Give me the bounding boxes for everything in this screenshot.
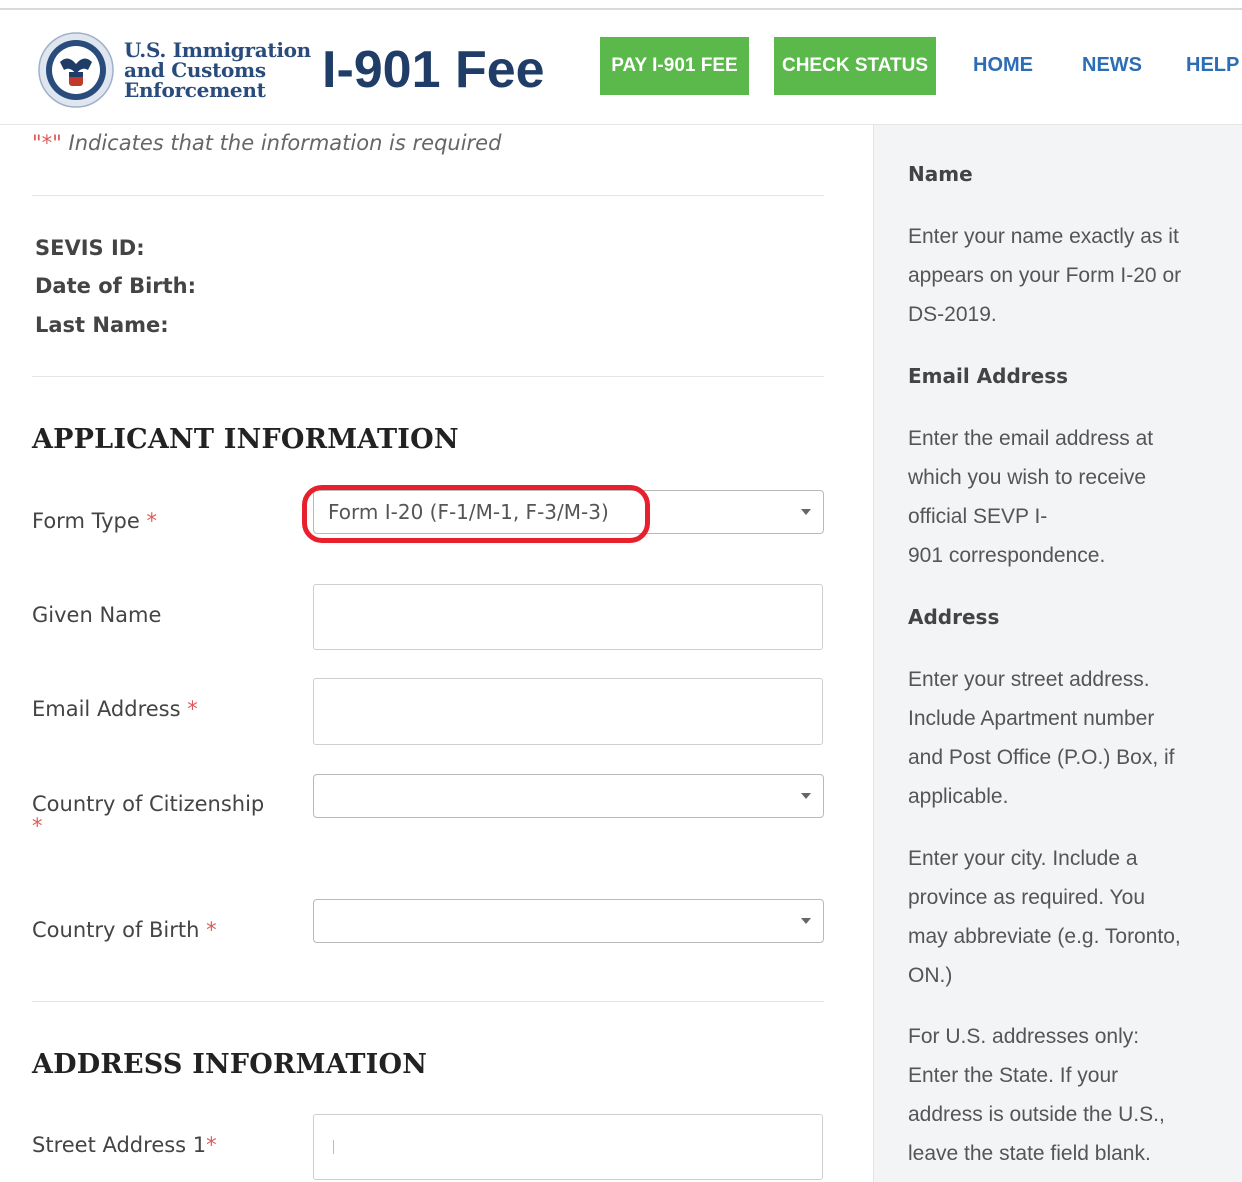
sevis-id-label: SEVIS ID: <box>35 236 145 260</box>
agency-name: U.S. Immigration and Customs Enforcement <box>124 40 311 100</box>
required-note: "*" Indicates that the information is re… <box>32 131 501 155</box>
email-input[interactable] <box>313 678 823 745</box>
citizenship-label: Country of Citizenship * <box>32 792 264 838</box>
help-name-heading: Name <box>908 162 973 186</box>
help-name-text: Enter your name exactly as it appears on… <box>908 217 1228 334</box>
birth-country-label: Country of Birth * <box>32 918 217 942</box>
given-name-input[interactable] <box>313 584 823 650</box>
help-state-line: Enter the State. If your <box>908 1064 1119 1087</box>
email-label-text: Email Address <box>32 697 181 721</box>
help-name-line: DS-2019. <box>908 303 997 326</box>
help-email-line: official SEVP I- <box>908 505 1048 528</box>
citizenship-label-text: Country of Citizenship <box>32 792 265 816</box>
help-address-line: Include Apartment number <box>908 707 1155 730</box>
help-state-text: For U.S. addresses only: Enter the State… <box>908 1017 1228 1173</box>
help-address-line: Enter your street address. <box>908 668 1150 691</box>
address-section-title: ADDRESS INFORMATION <box>32 1049 428 1080</box>
divider <box>32 376 824 377</box>
form-panel: "*" Indicates that the information is re… <box>0 125 872 1182</box>
help-city-line: ON.) <box>908 964 953 987</box>
form-type-label: Form Type * <box>32 509 157 533</box>
help-name-line: Enter your name exactly as it <box>908 225 1179 248</box>
help-state-line: leave the state field blank. <box>908 1142 1151 1165</box>
form-type-label-text: Form Type <box>32 509 140 533</box>
date-of-birth-label: Date of Birth: <box>35 274 197 298</box>
last-name-label: Last Name: <box>35 313 169 337</box>
birth-country-select[interactable] <box>313 899 824 943</box>
help-city-line: Enter your city. Include a <box>908 847 1138 870</box>
help-address-line: applicable. <box>908 785 1009 808</box>
email-label: Email Address * <box>32 697 198 721</box>
street-address-1-label: Street Address 1* <box>32 1133 217 1157</box>
text-cursor <box>333 1140 334 1154</box>
required-note-stars: "*" <box>32 131 62 155</box>
help-email-line: 901 correspondence. <box>908 544 1106 567</box>
pay-fee-button[interactable]: PAY I-901 FEE <box>600 37 749 95</box>
nav-help-link[interactable]: HELP <box>1186 54 1239 77</box>
page-title[interactable]: I-901 Fee <box>322 40 545 100</box>
chevron-down-icon <box>801 509 811 515</box>
applicant-section-title: APPLICANT INFORMATION <box>32 424 459 455</box>
divider <box>32 195 824 196</box>
given-name-label: Given Name <box>32 603 162 627</box>
agency-line-1: U.S. Immigration <box>124 38 311 62</box>
required-asterisk: * <box>206 918 217 942</box>
citizenship-select[interactable] <box>313 774 824 818</box>
help-email-text: Enter the email address at which you wis… <box>908 419 1228 575</box>
help-email-heading: Email Address <box>908 364 1069 388</box>
help-city-line: may abbreviate (e.g. Toronto, <box>908 925 1181 948</box>
required-asterisk: * <box>187 697 198 721</box>
help-city-line: province as required. You <box>908 886 1145 909</box>
help-email-line: which you wish to receive <box>908 466 1147 489</box>
help-address-text: Enter your street address. Include Apart… <box>908 660 1228 816</box>
street-address-1-input[interactable] <box>313 1114 823 1180</box>
help-name-line: appears on your Form I-20 or <box>908 264 1182 287</box>
chevron-down-icon <box>801 793 811 799</box>
divider <box>32 1001 824 1002</box>
help-state-line: For U.S. addresses only: <box>908 1025 1140 1048</box>
form-type-value: Form I-20 (F-1/M-1, F-3/M-3) <box>328 500 609 524</box>
form-type-select[interactable]: Form I-20 (F-1/M-1, F-3/M-3) <box>313 490 824 534</box>
help-address-heading: Address <box>908 605 1000 629</box>
nav-news-link[interactable]: NEWS <box>1082 54 1142 77</box>
nav-home-link[interactable]: HOME <box>973 54 1033 77</box>
help-city-text: Enter your city. Include a province as r… <box>908 839 1228 995</box>
agency-line-3: Enforcement <box>124 78 266 102</box>
required-asterisk: * <box>206 1133 217 1157</box>
check-status-button[interactable]: CHECK STATUS <box>774 37 936 95</box>
required-asterisk: * <box>32 814 43 838</box>
dhs-seal-icon <box>38 32 114 108</box>
required-asterisk: * <box>146 509 158 533</box>
help-state-line: address is outside the U.S., <box>908 1103 1165 1126</box>
chevron-down-icon <box>801 918 811 924</box>
help-address-line: and Post Office (P.O.) Box, if <box>908 746 1175 769</box>
agency-line-2: and Customs <box>124 58 266 82</box>
birth-country-label-text: Country of Birth <box>32 918 200 942</box>
required-note-text: Indicates that the information is requir… <box>61 131 502 155</box>
help-email-line: Enter the email address at <box>908 427 1154 450</box>
site-header: U.S. Immigration and Customs Enforcement… <box>0 10 1242 125</box>
street-address-1-label-text: Street Address 1 <box>32 1133 207 1157</box>
help-sidebar: Name Enter your name exactly as it appea… <box>873 125 1242 1182</box>
